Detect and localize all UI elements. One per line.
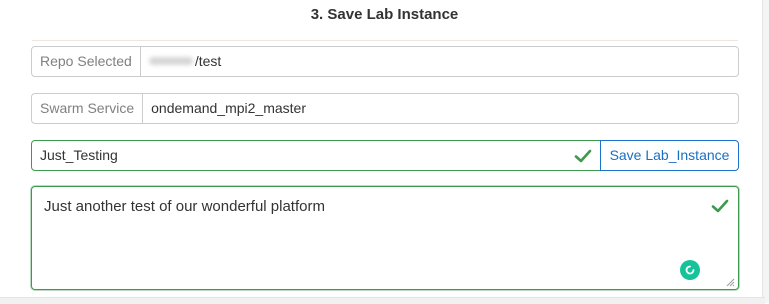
swarm-service-label: Swarm Service [31, 93, 144, 124]
section-title: 3. Save Lab Instance [310, 6, 459, 23]
panel-edge [762, 0, 769, 303]
swarm-service-field: ondemand_mpi2_master [143, 93, 739, 124]
check-icon [574, 149, 592, 163]
description-textarea[interactable]: Just another test of our wonderful platf… [31, 186, 739, 290]
grammar-assistant-icon[interactable] [680, 260, 700, 280]
check-icon [711, 199, 729, 213]
repo-selected-value: /test [194, 53, 222, 69]
instance-name-input[interactable]: Just_Testing [31, 140, 601, 171]
redacted-repo-owner [148, 57, 193, 66]
resize-grip-icon[interactable] [725, 277, 735, 287]
swarm-service-group: Swarm Service ondemand_mpi2_master [31, 93, 739, 124]
save-lab-instance-button[interactable]: Save Lab_Instance [600, 140, 739, 171]
repo-selected-label: Repo Selected [31, 46, 141, 77]
repo-selected-field: /test [140, 46, 739, 77]
repo-selected-group: Repo Selected /test [31, 46, 739, 77]
title-divider [32, 40, 738, 41]
save-lab-instance-panel: 3. Save Lab Instance Repo Selected /test… [0, 0, 769, 304]
